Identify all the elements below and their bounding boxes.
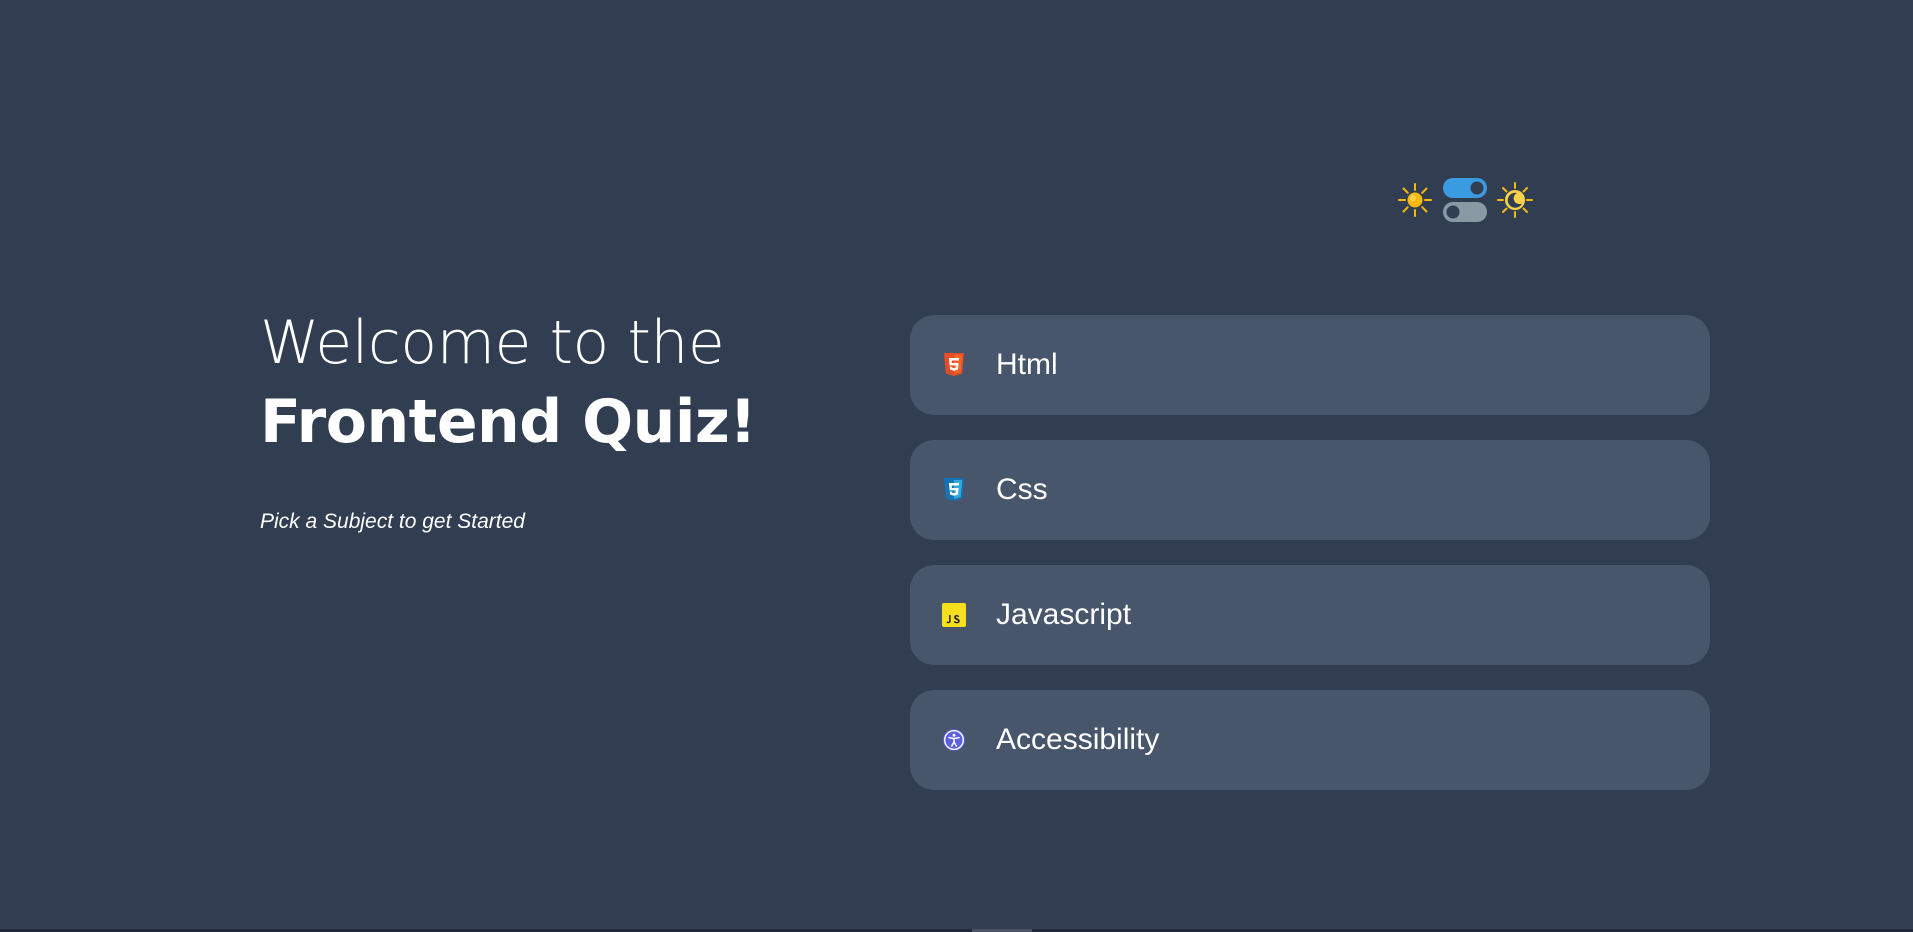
subject-option-css[interactable]: Css xyxy=(910,440,1710,540)
accessibility-icon xyxy=(942,728,966,752)
subject-label: Html xyxy=(996,348,1058,381)
subject-label: Css xyxy=(996,473,1048,506)
subject-label: Javascript xyxy=(996,598,1132,631)
subtitle: Pick a Subject to get Started xyxy=(260,510,525,533)
sun-moon-icon xyxy=(1497,182,1533,218)
subject-option-accessibility[interactable]: Accessibility xyxy=(910,690,1710,790)
intro: Welcome to the Frontend Quiz! Pick a Sub… xyxy=(260,306,820,534)
subject-label: Accessibility xyxy=(996,723,1160,756)
html5-icon xyxy=(942,353,966,377)
welcome-heading: Welcome to the xyxy=(260,308,725,378)
subject-option-javascript[interactable]: Javascript xyxy=(910,565,1710,665)
javascript-icon xyxy=(942,603,966,627)
subject-option-html[interactable]: Html xyxy=(910,315,1710,415)
subject-list: Html Css Javascript Accessibility xyxy=(910,315,1710,815)
toggle-switch-icon[interactable] xyxy=(1441,176,1489,224)
sun-icon xyxy=(1398,183,1432,217)
theme-toggle[interactable] xyxy=(1395,176,1535,224)
page-title: Frontend Quiz! xyxy=(260,387,757,457)
css3-icon xyxy=(942,478,966,502)
